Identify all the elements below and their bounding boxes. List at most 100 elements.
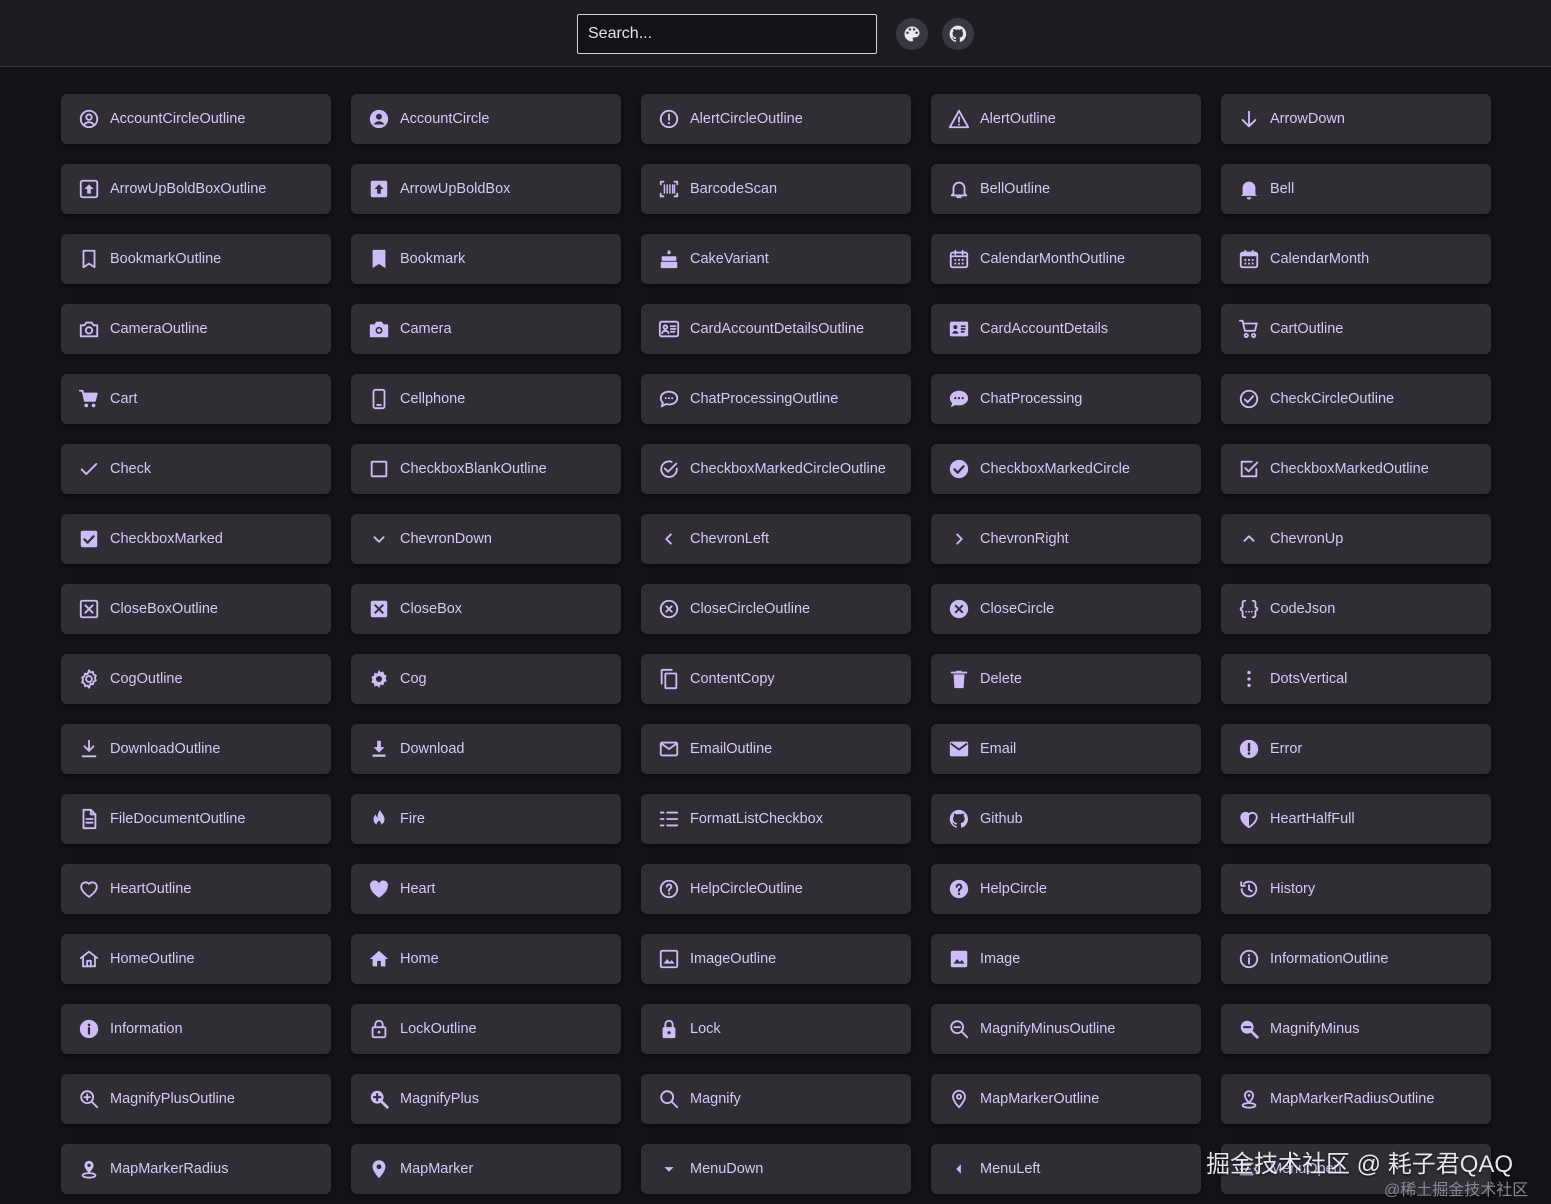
icon-card-cog[interactable]: Cog [351, 654, 621, 704]
camera-icon [368, 318, 390, 340]
icon-card-file-document-outline[interactable]: FileDocumentOutline [61, 794, 331, 844]
icon-card-menu-left[interactable]: MenuLeft [931, 1144, 1201, 1194]
icon-card-format-list-checkbox[interactable]: FormatListCheckbox [641, 794, 911, 844]
icon-card-close-box-outline[interactable]: CloseBoxOutline [61, 584, 331, 634]
icon-card-bookmark-outline[interactable]: BookmarkOutline [61, 234, 331, 284]
icon-card-image[interactable]: Image [931, 934, 1201, 984]
icon-card-label: ImageOutline [690, 951, 777, 967]
icon-card-download[interactable]: Download [351, 724, 621, 774]
icon-card-download-outline[interactable]: DownloadOutline [61, 724, 331, 774]
lock-outline-icon [368, 1018, 390, 1040]
icon-card-error[interactable]: Error [1221, 724, 1491, 774]
icon-card-card-account-details[interactable]: CardAccountDetails [931, 304, 1201, 354]
icon-card-label: InformationOutline [1270, 951, 1389, 967]
icon-card-chevron-down[interactable]: ChevronDown [351, 514, 621, 564]
icon-card-map-marker-radius-outline[interactable]: MapMarkerRadiusOutline [1221, 1074, 1491, 1124]
icon-card-label: HelpCircleOutline [690, 881, 803, 897]
icon-card-close-circle[interactable]: CloseCircle [931, 584, 1201, 634]
icon-card-arrow-up-bold-box[interactable]: ArrowUpBoldBox [351, 164, 621, 214]
icon-card-camera[interactable]: Camera [351, 304, 621, 354]
icon-card-cellphone[interactable]: Cellphone [351, 374, 621, 424]
icon-card-checkbox-marked[interactable]: CheckboxMarked [61, 514, 331, 564]
icon-card-checkbox-marked-circle[interactable]: CheckboxMarkedCircle [931, 444, 1201, 494]
icon-card-information-outline[interactable]: InformationOutline [1221, 934, 1491, 984]
close-box-icon [368, 598, 390, 620]
icon-card-label: MapMarkerRadius [110, 1161, 229, 1177]
card-account-details-icon [948, 318, 970, 340]
icon-card-magnify-minus-outline[interactable]: MagnifyMinusOutline [931, 1004, 1201, 1054]
icon-card-menu-down[interactable]: MenuDown [641, 1144, 911, 1194]
icon-card-alert-circle-outline[interactable]: AlertCircleOutline [641, 94, 911, 144]
icon-card-help-circle-outline[interactable]: HelpCircleOutline [641, 864, 911, 914]
icon-card-email[interactable]: Email [931, 724, 1201, 774]
icon-card-chevron-up[interactable]: ChevronUp [1221, 514, 1491, 564]
icon-card-image-outline[interactable]: ImageOutline [641, 934, 911, 984]
icon-card-checkbox-blank-outline[interactable]: CheckboxBlankOutline [351, 444, 621, 494]
icon-card-map-marker-outline[interactable]: MapMarkerOutline [931, 1074, 1201, 1124]
icon-card-label: CalendarMonthOutline [980, 251, 1126, 267]
theme-toggle-button[interactable] [896, 18, 928, 50]
icon-card-chevron-left[interactable]: ChevronLeft [641, 514, 911, 564]
icon-card-card-account-details-outline[interactable]: CardAccountDetailsOutline [641, 304, 911, 354]
github-link-button[interactable] [942, 18, 974, 50]
icon-card-label: CodeJson [1270, 601, 1336, 617]
format-list-checkbox-icon [658, 808, 680, 830]
lock-icon [658, 1018, 680, 1040]
icon-card-bell-outline[interactable]: BellOutline [931, 164, 1201, 214]
icon-card-chat-processing[interactable]: ChatProcessing [931, 374, 1201, 424]
icon-card-checkbox-marked-outline[interactable]: CheckboxMarkedOutline [1221, 444, 1491, 494]
icon-card-chevron-right[interactable]: ChevronRight [931, 514, 1201, 564]
icon-card-bookmark[interactable]: Bookmark [351, 234, 621, 284]
icon-card-cart[interactable]: Cart [61, 374, 331, 424]
icon-card-lock-outline[interactable]: LockOutline [351, 1004, 621, 1054]
icon-card-cog-outline[interactable]: CogOutline [61, 654, 331, 704]
icon-card-delete[interactable]: Delete [931, 654, 1201, 704]
icon-card-close-circle-outline[interactable]: CloseCircleOutline [641, 584, 911, 634]
icon-card-heart-half-full[interactable]: HeartHalfFull [1221, 794, 1491, 844]
icon-card-check-circle-outline[interactable]: CheckCircleOutline [1221, 374, 1491, 424]
icon-card-cake-variant[interactable]: CakeVariant [641, 234, 911, 284]
icon-card-fire[interactable]: Fire [351, 794, 621, 844]
icon-card-email-outline[interactable]: EmailOutline [641, 724, 911, 774]
icon-card-map-marker[interactable]: MapMarker [351, 1144, 621, 1194]
help-circle-outline-icon [658, 878, 680, 900]
icon-card-camera-outline[interactable]: CameraOutline [61, 304, 331, 354]
icon-card-content-copy[interactable]: ContentCopy [641, 654, 911, 704]
icon-card-magnify-plus-outline[interactable]: MagnifyPlusOutline [61, 1074, 331, 1124]
icon-card-barcode-scan[interactable]: BarcodeScan [641, 164, 911, 214]
icon-card-cart-outline[interactable]: CartOutline [1221, 304, 1491, 354]
icon-card-dots-vertical[interactable]: DotsVertical [1221, 654, 1491, 704]
icon-card-chat-processing-outline[interactable]: ChatProcessingOutline [641, 374, 911, 424]
icon-card-label: Information [110, 1021, 183, 1037]
icon-card-heart-outline[interactable]: HeartOutline [61, 864, 331, 914]
search-input[interactable] [577, 14, 877, 54]
icon-card-alert-outline[interactable]: AlertOutline [931, 94, 1201, 144]
icon-card-help-circle[interactable]: HelpCircle [931, 864, 1201, 914]
icon-card-home[interactable]: Home [351, 934, 621, 984]
icon-card-calendar-month[interactable]: CalendarMonth [1221, 234, 1491, 284]
icon-card-github[interactable]: Github [931, 794, 1201, 844]
email-outline-icon [658, 738, 680, 760]
icon-card-calendar-month-outline[interactable]: CalendarMonthOutline [931, 234, 1201, 284]
icon-card-label: CheckboxBlankOutline [400, 461, 547, 477]
icon-card-map-marker-radius[interactable]: MapMarkerRadius [61, 1144, 331, 1194]
icon-card-label: Delete [980, 671, 1022, 687]
icon-card-bell[interactable]: Bell [1221, 164, 1491, 214]
icon-card-checkbox-marked-circle-outline[interactable]: CheckboxMarkedCircleOutline [641, 444, 911, 494]
icon-card-account-circle-outline[interactable]: AccountCircleOutline [61, 94, 331, 144]
icon-card-home-outline[interactable]: HomeOutline [61, 934, 331, 984]
icon-card-heart[interactable]: Heart [351, 864, 621, 914]
icon-card-account-circle[interactable]: AccountCircle [351, 94, 621, 144]
icon-card-close-box[interactable]: CloseBox [351, 584, 621, 634]
icon-card-arrow-down[interactable]: ArrowDown [1221, 94, 1491, 144]
icon-card-lock[interactable]: Lock [641, 1004, 911, 1054]
icon-card-check[interactable]: Check [61, 444, 331, 494]
icon-card-magnify-minus[interactable]: MagnifyMinus [1221, 1004, 1491, 1054]
icon-card-code-json[interactable]: CodeJson [1221, 584, 1491, 634]
icon-card-magnify-plus[interactable]: MagnifyPlus [351, 1074, 621, 1124]
icon-card-arrow-up-bold-box-outline[interactable]: ArrowUpBoldBoxOutline [61, 164, 331, 214]
icon-card-label: MapMarkerOutline [980, 1091, 1100, 1107]
icon-card-history[interactable]: History [1221, 864, 1491, 914]
icon-card-information[interactable]: Information [61, 1004, 331, 1054]
icon-card-magnify[interactable]: Magnify [641, 1074, 911, 1124]
